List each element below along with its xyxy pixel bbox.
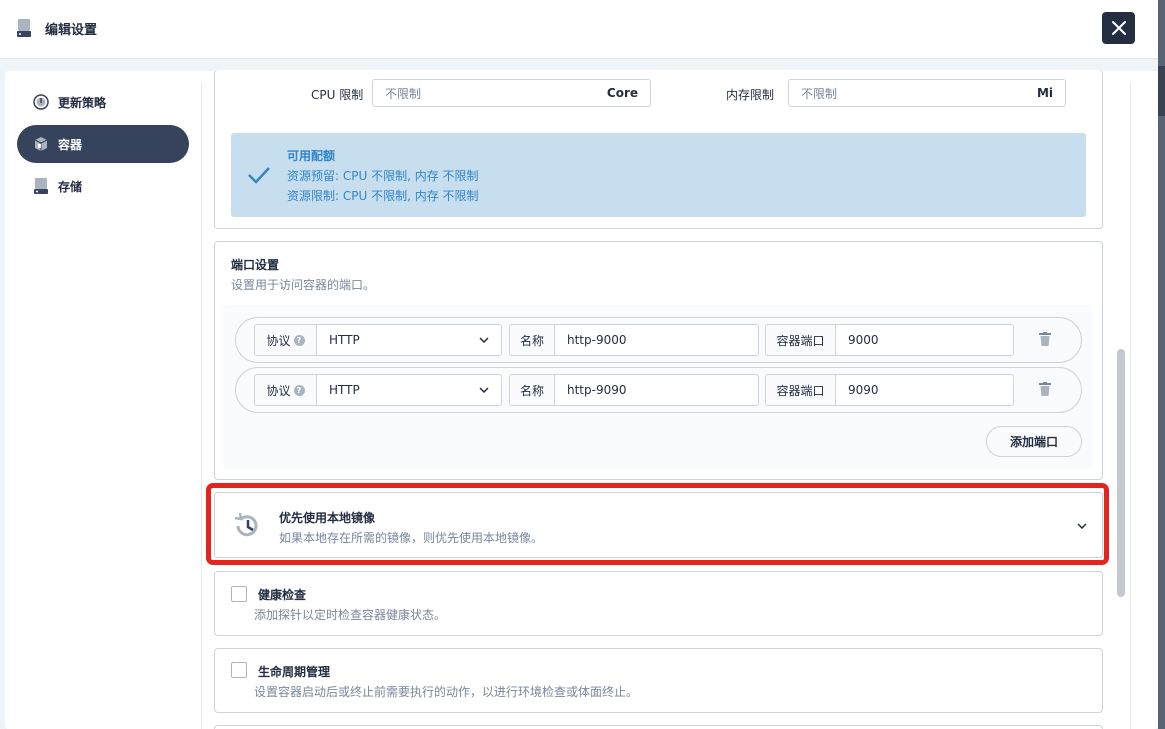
close-button[interactable] <box>1102 12 1135 44</box>
container-port-value: 9090 <box>848 383 879 397</box>
memory-unit: Mi <box>1036 86 1053 100</box>
storage-icon <box>17 19 31 37</box>
chevron-down-icon <box>479 337 489 343</box>
port-name-value: http-9000 <box>567 333 627 347</box>
port-name-value: http-9090 <box>567 383 627 397</box>
highlight-annotation <box>206 483 1109 565</box>
container-port-field[interactable]: 容器端口 9000 <box>765 324 1014 356</box>
checkmark-icon <box>248 167 270 184</box>
help-icon[interactable]: ? <box>293 334 305 346</box>
memory-limit-label: 内存限制 <box>726 88 775 102</box>
modal-header: 编辑设置 <box>0 0 1158 59</box>
update-strategy-icon <box>33 94 49 110</box>
port-name-field[interactable]: 名称 http-9090 <box>509 374 759 406</box>
available-quota-panel: 可用配额 资源预留: CPU 不限制, 内存 不限制 资源限制: CPU 不限制… <box>231 133 1086 217</box>
quota-title: 可用配额 <box>287 149 336 163</box>
container-port-field[interactable]: 容器端口 9090 <box>765 374 1014 406</box>
name-label: 名称 <box>520 333 545 348</box>
trash-icon[interactable] <box>1039 382 1051 396</box>
memory-limit-placeholder: 不限制 <box>801 86 838 101</box>
sidebar-item-label: 存储 <box>58 179 83 194</box>
cpu-limit-input[interactable]: 不限制 Core <box>372 79 651 107</box>
cpu-limit-label: CPU 限制 <box>311 88 364 102</box>
lifecycle-checkbox[interactable] <box>231 662 247 678</box>
port-settings-title: 端口设置 <box>231 258 280 272</box>
port-name-field[interactable]: 名称 http-9000 <box>509 324 759 356</box>
sidebar-item-container[interactable]: 容器 <box>17 125 189 163</box>
port-row: 协议? HTTP 名称 http-9090 容器端口 9090 <box>235 367 1082 413</box>
next-section-card <box>214 725 1103 729</box>
lifecycle-title: 生命周期管理 <box>258 665 331 679</box>
sidebar-item-update-strategy[interactable]: 更新策略 <box>17 83 189 121</box>
modal-title: 编辑设置 <box>45 23 98 38</box>
chevron-down-icon <box>479 387 489 393</box>
container-port-label: 容器端口 <box>776 383 825 398</box>
sidebar-item-storage[interactable]: 存储 <box>17 167 189 205</box>
name-label: 名称 <box>520 383 545 398</box>
storage-icon <box>33 178 49 194</box>
background-page-edge <box>1158 0 1165 729</box>
protocol-select[interactable]: 协议? HTTP <box>254 374 502 406</box>
container-icon <box>33 136 49 152</box>
quota-reserve-line: 资源预留: CPU 不限制, 内存 不限制 <box>287 169 479 183</box>
health-check-checkbox[interactable] <box>231 586 247 602</box>
port-row: 协议? HTTP 名称 http-9000 容器端口 9000 <box>235 317 1082 363</box>
protocol-value: HTTP <box>329 333 360 347</box>
sidebar-item-label: 容器 <box>58 137 83 152</box>
protocol-value: HTTP <box>329 383 360 397</box>
lifecycle-description: 设置容器启动后或终止前需要执行的动作，以进行环境检查或体面终止。 <box>254 685 639 699</box>
protocol-label: 协议 <box>266 333 291 348</box>
port-settings-description: 设置用于访问容器的端口。 <box>231 278 376 292</box>
cpu-unit: Core <box>606 86 638 100</box>
cpu-limit-placeholder: 不限制 <box>385 86 422 101</box>
scrollbar-thumb[interactable] <box>1117 349 1125 597</box>
close-icon <box>1111 21 1126 35</box>
health-check-title: 健康检查 <box>258 588 307 602</box>
protocol-label: 协议 <box>266 383 291 398</box>
container-port-label: 容器端口 <box>776 333 825 348</box>
trash-icon[interactable] <box>1039 332 1051 346</box>
lifecycle-card <box>214 648 1103 713</box>
health-check-description: 添加探针以定时检查容器健康状态。 <box>254 608 447 622</box>
memory-limit-input[interactable]: 不限制 Mi <box>788 79 1066 107</box>
add-port-button[interactable]: 添加端口 <box>986 426 1082 457</box>
quota-limit-line: 资源限制: CPU 不限制, 内存 不限制 <box>287 189 479 203</box>
sidebar-item-label: 更新策略 <box>58 95 107 110</box>
health-check-card <box>214 571 1103 636</box>
help-icon[interactable]: ? <box>293 384 305 396</box>
protocol-select[interactable]: 协议? HTTP <box>254 324 502 356</box>
container-port-value: 9000 <box>848 333 879 347</box>
